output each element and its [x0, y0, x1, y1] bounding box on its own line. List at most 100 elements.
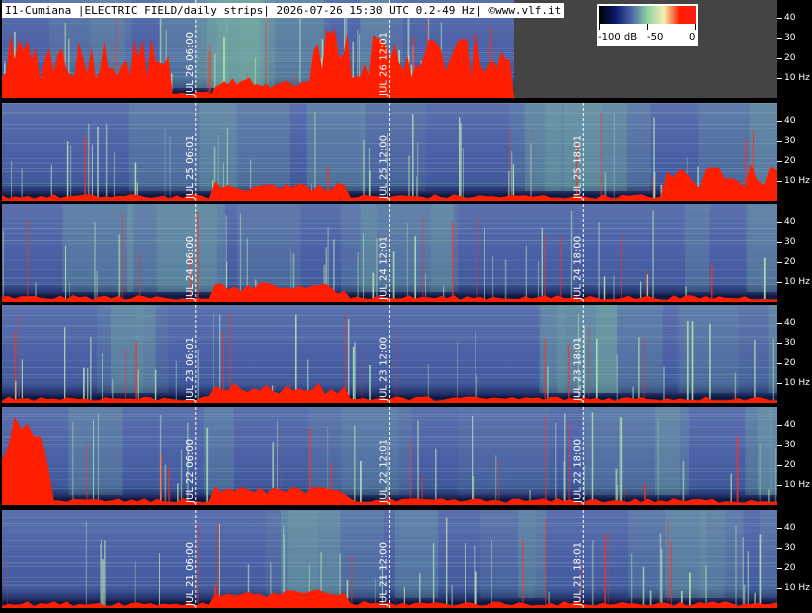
- axis-tick: [777, 161, 782, 162]
- axis-tick-label: 40: [784, 523, 796, 533]
- axis-tick-label: 40: [784, 13, 796, 23]
- hour-marker-label: 06:01: [185, 135, 196, 164]
- frequency-axis: 10 Hz 20 30 40: [777, 305, 812, 403]
- axis-tick: [777, 465, 782, 466]
- axis-tick: [777, 282, 782, 283]
- hour-marker-label: 06:00: [185, 236, 196, 265]
- axis-tick-label: 40: [784, 318, 796, 328]
- axis-tick-label: 30: [784, 543, 796, 553]
- axis-tick-label: 10 Hz: [784, 583, 810, 593]
- axis-tick-label: 10 Hz: [784, 277, 810, 287]
- emission-patch: [127, 204, 225, 292]
- axis-tick: [777, 383, 782, 384]
- frequency-axis: 10 Hz 20 30 40: [777, 510, 812, 608]
- strip-jul-23: 06:01 JUL 23 12:00 JUL 23 18:01 JUL 23 10 Hz 20…: [0, 305, 812, 403]
- spectrogram: 06:01 JUL 25 12:00 JUL 25 18:01 JUL 25: [2, 103, 777, 201]
- axis-tick-label: 40: [784, 217, 796, 227]
- hour-marker-label: 06:00: [185, 32, 196, 61]
- spectrogram-page: 06:00 JUL 26 12:01 JUL 26 10 Hz 20 30 40 06:01 JU…: [0, 0, 812, 613]
- axis-tick-label: 20: [784, 563, 796, 573]
- axis-tick: [777, 528, 782, 529]
- date-label: JUL 21: [379, 574, 390, 607]
- spectrogram: 06:01 JUL 23 12:00 JUL 23 18:01 JUL 23: [2, 305, 777, 403]
- axis-tick-label: 10 Hz: [784, 480, 810, 490]
- date-label: JUL 25: [379, 167, 390, 200]
- axis-tick-label: 20: [784, 257, 796, 267]
- spectrogram: 06:00 JUL 21 12:00 JUL 21 18:01 JUL 21: [2, 510, 777, 608]
- spectrogram: 06:00 JUL 22 12:01 JUL 22 18:00 JUL 22: [2, 407, 777, 505]
- hour-marker-label: 12:01: [379, 439, 390, 468]
- hour-marker-label: 12:00: [379, 135, 390, 164]
- frequency-axis: 10 Hz 20 30 40: [777, 103, 812, 201]
- hour-marker-label: 06:00: [185, 542, 196, 571]
- axis-tick: [777, 323, 782, 324]
- axis-tick-label: 40: [784, 420, 796, 430]
- date-label: JUL 26: [379, 64, 390, 97]
- axis-tick-label: 40: [784, 116, 796, 126]
- strip-jul-24: 06:00 JUL 24 12:01 JUL 24 18:00 JUL 24 10 Hz 20…: [0, 204, 812, 302]
- emission-patch: [582, 407, 680, 495]
- date-label: JUL 24: [185, 268, 196, 301]
- axis-tick-label: 10 Hz: [784, 378, 810, 388]
- axis-tick-label: 20: [784, 156, 796, 166]
- hour-marker-label: 12:01: [379, 236, 390, 265]
- axis-tick-label: 30: [784, 338, 796, 348]
- date-label: JUL 21: [572, 574, 583, 607]
- hour-marker-label: 18:01: [572, 337, 583, 366]
- axis-tick-label: 30: [784, 136, 796, 146]
- date-label: JUL 25: [572, 167, 583, 200]
- axis-tick: [777, 38, 782, 39]
- strip-jul-21: 06:00 JUL 21 12:00 JUL 21 18:01 JUL 21 10 Hz 20…: [0, 510, 812, 608]
- hour-marker-label: 18:01: [572, 135, 583, 164]
- date-label: JUL 25: [185, 167, 196, 200]
- axis-tick-label: 10 Hz: [784, 176, 810, 186]
- date-label: JUL 23: [185, 369, 196, 402]
- strip-jul-22: 06:00 JUL 22 12:01 JUL 22 18:00 JUL 22 10 Hz 20…: [0, 407, 812, 505]
- emission-patch: [759, 510, 777, 598]
- date-label: JUL 22: [185, 471, 196, 504]
- axis-tick: [777, 222, 782, 223]
- axis-tick-label: 30: [784, 237, 796, 247]
- axis-tick: [777, 181, 782, 182]
- frequency-axis: 10 Hz 20 30 40: [777, 0, 812, 98]
- spectrogram: 06:00 JUL 24 12:01 JUL 24 18:00 JUL 24: [2, 204, 777, 302]
- colorbar-label-max: 0: [689, 32, 696, 43]
- axis-tick-label: 30: [784, 440, 796, 450]
- colorbar-tick-mid: [647, 24, 648, 30]
- colorbar: -100 dB -50 0: [597, 4, 698, 46]
- hour-marker-label: 06:01: [185, 337, 196, 366]
- emission-patch: [237, 204, 301, 292]
- colorbar-label-mid: -50: [647, 32, 664, 43]
- date-label: JUL 26: [185, 64, 196, 97]
- axis-tick: [777, 425, 782, 426]
- emission-patch: [68, 407, 123, 495]
- colorbar-label-min: -100 dB: [598, 32, 638, 43]
- emission-patch: [199, 103, 290, 191]
- emission-patch: [203, 407, 235, 495]
- axis-tick: [777, 121, 782, 122]
- axis-tick: [777, 445, 782, 446]
- axis-tick: [777, 242, 782, 243]
- axis-tick: [777, 588, 782, 589]
- hour-marker-label: 18:01: [572, 542, 583, 571]
- date-label: JUL 22: [572, 471, 583, 504]
- hour-marker-label: 12:00: [379, 337, 390, 366]
- date-label: JUL 23: [379, 369, 390, 402]
- emission-patch: [628, 510, 707, 598]
- axis-tick: [777, 262, 782, 263]
- axis-tick: [777, 485, 782, 486]
- axis-tick-label: 20: [784, 460, 796, 470]
- date-label: JUL 24: [379, 268, 390, 301]
- hour-marker-label: 06:00: [185, 439, 196, 468]
- chart-title: I1-Cumiana |ELECTRIC FIELD/daily strips|…: [2, 3, 565, 18]
- emission-patch: [341, 204, 377, 292]
- emission-patch: [480, 510, 536, 598]
- emission-patch: [684, 204, 710, 292]
- emission-patch: [394, 510, 439, 598]
- colorbar-tick-min: [599, 24, 600, 30]
- axis-tick: [777, 78, 782, 79]
- hour-marker-label: 18:00: [572, 236, 583, 265]
- emission-patch: [281, 510, 341, 598]
- axis-tick: [777, 58, 782, 59]
- emission-patch: [430, 204, 459, 292]
